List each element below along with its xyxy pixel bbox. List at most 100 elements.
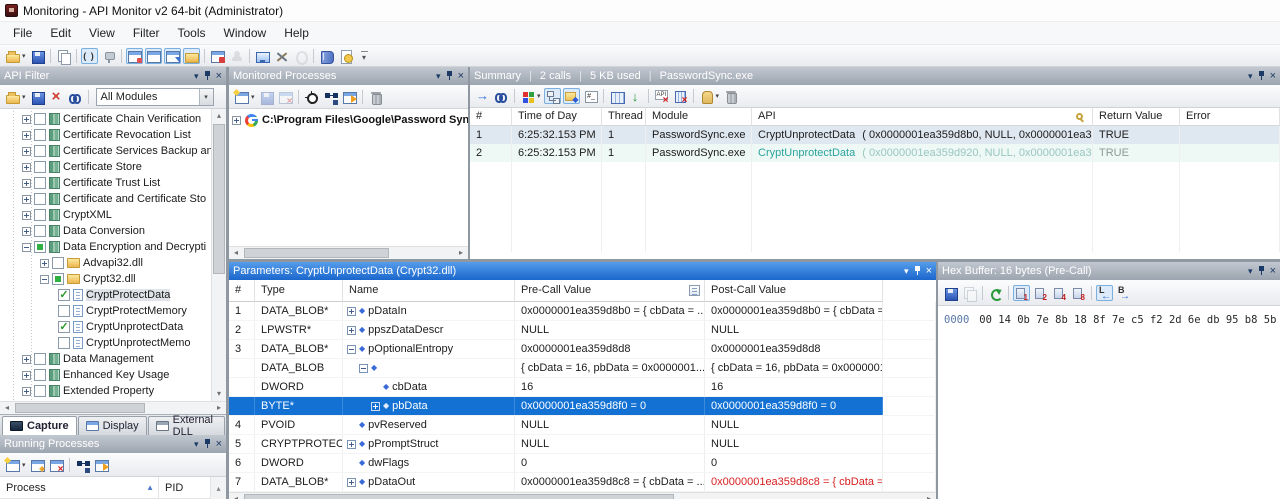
scroll-right-icon[interactable]: ▸: [212, 402, 226, 414]
scrollbar-thumb[interactable]: [244, 494, 674, 499]
scroll-left-icon[interactable]: ◂: [0, 402, 14, 414]
open-file-dropdown-icon[interactable]: ▾: [22, 52, 26, 60]
checkbox-unchecked[interactable]: [34, 353, 46, 365]
parameters-column-header[interactable]: Type: [255, 280, 343, 302]
pin-icon[interactable]: [204, 71, 211, 81]
scroll-up-icon[interactable]: ▴: [211, 477, 226, 499]
parameter-row[interactable]: 2LPWSTR*◆ppszDataDescrNULLNULL: [229, 321, 936, 340]
window-main-icon[interactable]: [145, 48, 162, 64]
trash-icon[interactable]: [367, 89, 384, 105]
parameter-row[interactable]: 4PVOID◆pvReservedNULLNULL: [229, 416, 936, 435]
checkbox-partial[interactable]: [34, 241, 46, 253]
scrollbar-thumb[interactable]: [15, 403, 145, 413]
open-file-icon[interactable]: [4, 48, 21, 64]
tree-item[interactable]: Certificate Store: [0, 159, 211, 175]
monitored-horizontal-scrollbar[interactable]: ◂ ▸: [229, 246, 468, 259]
parameter-row[interactable]: 7DATA_BLOB*◆pDataOut0x0000001ea359d8c8 =…: [229, 473, 936, 492]
tree-horizontal-scrollbar[interactable]: ◂ ▸: [0, 401, 226, 414]
delete-x-icon[interactable]: [48, 89, 65, 105]
parameter-row[interactable]: 5CRYPTPROTECT...◆pPromptStructNULLNULL: [229, 435, 936, 454]
chevron-down-icon[interactable]: ▾: [199, 89, 213, 105]
scroll-down-icon[interactable]: ▾: [212, 387, 226, 401]
pin-icon[interactable]: [914, 266, 921, 276]
tree-expander-plus-icon[interactable]: [40, 259, 49, 268]
bytes-8-icon[interactable]: [1070, 285, 1087, 301]
scroll-up-icon[interactable]: ▴: [212, 109, 226, 123]
summary-column-header[interactable]: #: [470, 108, 512, 126]
save-icon[interactable]: [942, 285, 959, 301]
user-disabled-icon[interactable]: [228, 48, 245, 64]
tree-expander-minus-icon[interactable]: [22, 243, 31, 252]
screen-icon[interactable]: [254, 48, 271, 64]
find-icon[interactable]: [67, 89, 84, 105]
monitored-process-item[interactable]: C:\Program Files\Google\Password Sync\Pa: [229, 111, 468, 129]
param-expander-plus-icon[interactable]: [347, 307, 356, 316]
pin-icon[interactable]: [1258, 71, 1265, 81]
parameters-column-header[interactable]: Pre-Call Value: [515, 280, 705, 302]
parameter-row[interactable]: 1DATA_BLOB*◆pDataIn0x0000001ea359d8b0 = …: [229, 302, 936, 321]
param-expander-minus-icon[interactable]: [347, 345, 356, 354]
tree-item[interactable]: CryptProtectData: [0, 287, 211, 303]
close-icon[interactable]: ×: [1270, 72, 1276, 81]
endian-big-icon[interactable]: [1115, 285, 1132, 301]
tree-expander-plus-icon[interactable]: [22, 131, 31, 140]
tree-item[interactable]: Certificate Revocation List: [0, 127, 211, 143]
tree-item[interactable]: Certificate and Certificate Sto: [0, 191, 211, 207]
page-clock-icon[interactable]: [337, 48, 354, 64]
param-expander-plus-icon[interactable]: [347, 440, 356, 449]
tree-expander-minus-icon[interactable]: [40, 275, 49, 284]
checkbox-checked[interactable]: [58, 289, 70, 301]
tree-expander-plus-icon[interactable]: [22, 115, 31, 124]
pin-icon[interactable]: [446, 71, 453, 81]
menu-edit[interactable]: Edit: [41, 23, 80, 43]
window-edit-icon[interactable]: [29, 457, 46, 473]
close-icon[interactable]: ×: [926, 267, 932, 276]
window-break-icon[interactable]: [126, 48, 143, 64]
open-file-dropdown-icon[interactable]: ▾: [22, 93, 26, 101]
trash-icon[interactable]: [722, 88, 739, 104]
properties-icon[interactable]: [93, 457, 110, 473]
column-error-icon[interactable]: [672, 88, 689, 104]
menu-tools[interactable]: Tools: [169, 23, 215, 43]
api-call-row[interactable]: 16:25:32.153 PM1PasswordSync.exeCryptUnp…: [470, 126, 1280, 144]
tree-expander-plus-icon[interactable]: [22, 179, 31, 188]
monitor-new-dropdown-icon[interactable]: ▾: [251, 93, 255, 101]
tree-item[interactable]: Crypt32.dll: [0, 271, 211, 287]
parameters-column-header[interactable]: Post-Call Value: [705, 280, 883, 302]
param-expander-plus-icon[interactable]: [347, 478, 356, 487]
summary-column-header[interactable]: Error: [1180, 108, 1280, 126]
tree-item[interactable]: Data Encryption and Decrypti: [0, 239, 211, 255]
notes-icon[interactable]: [689, 285, 700, 296]
parameter-row[interactable]: DWORD◆cbData1616: [229, 378, 936, 397]
checkbox-unchecked[interactable]: [34, 193, 46, 205]
scrollbar-thumb[interactable]: [213, 124, 225, 274]
copy-icon[interactable]: [961, 285, 978, 301]
pin-icon[interactable]: [204, 439, 211, 449]
checkbox-unchecked[interactable]: [34, 177, 46, 189]
bytes-2-icon[interactable]: [1032, 285, 1049, 301]
diamond-box-icon[interactable]: [563, 88, 580, 104]
save-icon[interactable]: [29, 48, 46, 64]
bytes-4-icon[interactable]: [1051, 285, 1068, 301]
chevron-down-icon[interactable]: ▾: [194, 440, 199, 449]
api-error-icon[interactable]: [653, 88, 670, 104]
window-x-icon[interactable]: [48, 457, 65, 473]
tree-item[interactable]: Advapi32.dll: [0, 255, 211, 271]
endian-little-icon[interactable]: [1096, 285, 1113, 301]
parameter-row[interactable]: DATA_BLOB◆{ cbData = 16, pbData = 0x0000…: [229, 359, 936, 378]
parameters-column-header[interactable]: Name: [343, 280, 515, 302]
tree-expander-plus-icon[interactable]: [22, 211, 31, 220]
hierarchy-icon[interactable]: [544, 88, 561, 104]
checkbox-unchecked[interactable]: [58, 337, 70, 349]
scroll-right-icon[interactable]: ▸: [454, 247, 468, 259]
tree-item[interactable]: CryptXML: [0, 207, 211, 223]
decode-connector-icon[interactable]: [100, 48, 117, 64]
menu-window[interactable]: Window: [215, 23, 276, 43]
tree-item[interactable]: Certificate Services Backup an: [0, 143, 211, 159]
monitor-pause-icon[interactable]: [209, 48, 226, 64]
menu-help[interactable]: Help: [275, 23, 318, 43]
process-tree-icon[interactable]: [322, 89, 339, 105]
tab-external-dll[interactable]: External DLL: [148, 416, 225, 435]
checkbox-unchecked[interactable]: [34, 113, 46, 125]
tree-expander-plus-icon[interactable]: [22, 195, 31, 204]
